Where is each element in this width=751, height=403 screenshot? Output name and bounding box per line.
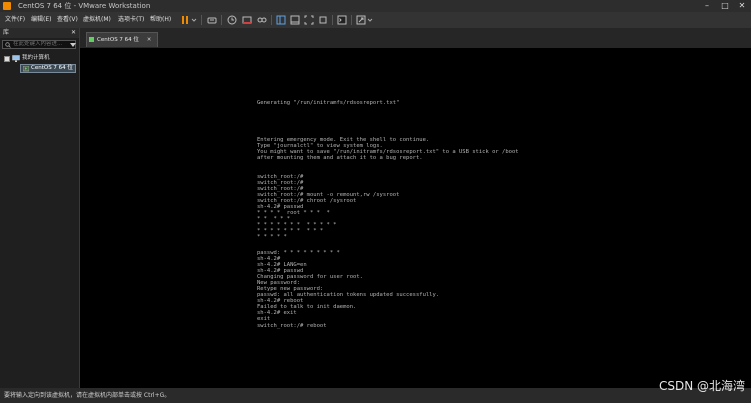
library-title: 库 — [3, 29, 10, 36]
pause-icon[interactable] — [180, 15, 190, 25]
menu-item[interactable]: 选项卡(T) — [118, 15, 144, 25]
close-library-icon[interactable]: ✕ — [71, 28, 76, 38]
vm-console[interactable]: Generating "/run/initramfs/rdsosreport.t… — [80, 48, 751, 388]
status-text: 要将输入定向到该虚拟机，请在虚拟机内部单击或按 Ctrl+G。 — [4, 392, 171, 399]
tree-item-my-computer[interactable]: 我的计算机 — [4, 55, 78, 64]
revert-snapshot-icon[interactable] — [242, 15, 252, 25]
search-dropdown-icon[interactable] — [70, 43, 76, 47]
tree-collapse-icon[interactable] — [4, 56, 10, 62]
send-ctrl-alt-del-icon[interactable] — [207, 15, 217, 25]
toolbar-divider — [271, 15, 272, 25]
snapshot-clock-icon[interactable] — [227, 15, 237, 25]
tree-item-centos-vm[interactable]: CentOS 7 64 位 — [20, 64, 76, 73]
stretch-guest-icon[interactable] — [356, 15, 366, 25]
unity-mode-icon[interactable] — [318, 15, 328, 25]
title-bar: CentOS 7 64 位 - VMware Workstation – □ ✕ — [0, 0, 751, 12]
library-search-input[interactable] — [2, 40, 76, 49]
tab-close-icon[interactable]: ✕ — [147, 37, 152, 43]
terminal-line: Generating "/run/initramfs/rdsosreport.t… — [257, 100, 400, 106]
menu-item[interactable]: 虚拟机(M) — [83, 15, 111, 25]
running-vm-icon — [23, 66, 29, 72]
menu-item[interactable]: 文件(F) — [5, 15, 25, 25]
window-title: CentOS 7 64 位 - VMware Workstation — [18, 2, 151, 10]
terminal-line: * * * * * — [257, 234, 287, 240]
close-button[interactable]: ✕ — [733, 0, 751, 12]
computer-icon — [12, 55, 20, 62]
status-bar: 要将输入定向到该虚拟机，请在虚拟机内部单击或按 Ctrl+G。 — [0, 388, 751, 403]
show-library-icon[interactable] — [276, 15, 286, 25]
toolbar-divider — [201, 15, 202, 25]
thumbnail-bar-icon[interactable] — [290, 15, 300, 25]
full-screen-icon[interactable] — [304, 15, 314, 25]
terminal-line: switch_root:/# reboot — [257, 323, 327, 329]
search-icon — [5, 42, 11, 48]
toolbar-divider — [332, 15, 333, 25]
vm-tab-strip: CentOS 7 64 位 ✕ — [80, 28, 751, 48]
chevron-down-icon[interactable] — [191, 15, 197, 25]
snapshot-manager-icon[interactable] — [257, 15, 267, 25]
chevron-down-icon[interactable] — [367, 15, 373, 25]
toolbar-divider — [351, 15, 352, 25]
terminal-line: after mounting them and attach it to a b… — [257, 155, 423, 161]
minimize-button[interactable]: – — [698, 0, 716, 12]
library-header: 库 ✕ — [0, 28, 79, 38]
terminal-line: exit — [257, 316, 271, 322]
tab-label: CentOS 7 64 位 — [97, 37, 139, 43]
menu-bar: 文件(F) 编辑(E) 查看(V) 虚拟机(M) 选项卡(T) 帮助(H) — [0, 12, 751, 28]
vm-home-icon — [89, 37, 94, 42]
csdn-watermark: CSDN @北海湾 — [658, 379, 745, 393]
tree-label-my-computer: 我的计算机 — [22, 55, 50, 61]
library-sidebar: 库 ✕ 我的计算机 CentOS 7 64 位 — [0, 28, 80, 388]
toolbar-divider — [221, 15, 222, 25]
maximize-button[interactable]: □ — [716, 0, 734, 12]
menu-item[interactable]: 帮助(H) — [150, 15, 171, 25]
console-view-icon[interactable] — [337, 15, 347, 25]
menu-item[interactable]: 编辑(E) — [31, 15, 51, 25]
menu-item[interactable]: 查看(V) — [57, 15, 78, 25]
tab-centos-vm[interactable]: CentOS 7 64 位 ✕ — [86, 32, 159, 47]
vmware-app-icon — [3, 2, 11, 10]
tree-label-centos-vm: CentOS 7 64 位 — [31, 65, 73, 71]
